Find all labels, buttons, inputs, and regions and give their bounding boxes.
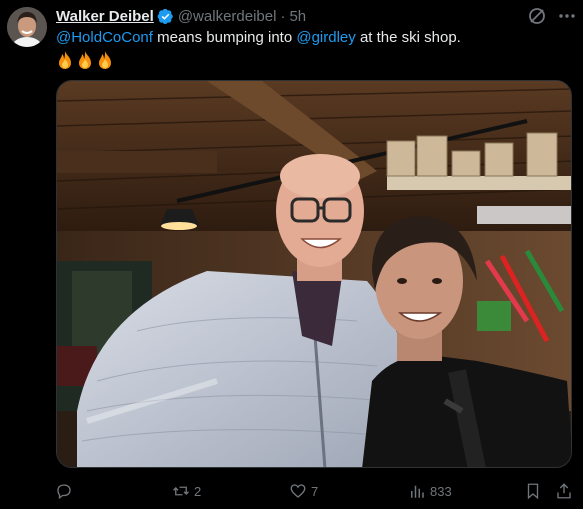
- tweet-time[interactable]: 5h: [289, 8, 306, 25]
- retweet-icon: [173, 486, 189, 496]
- tweet-text-line: @HoldCoConf means bumping into @girdley …: [56, 28, 571, 48]
- ski-shop-selfie-image: [57, 81, 571, 467]
- author-name[interactable]: Walker Deibel: [56, 8, 154, 25]
- share-button[interactable]: [555, 478, 573, 504]
- views-count: 833: [430, 483, 452, 499]
- fire-emoji-icon: [59, 51, 71, 69]
- avatar[interactable]: [7, 7, 47, 47]
- verified-badge-icon[interactable]: [157, 8, 174, 25]
- fire-emoji-icon: [99, 51, 111, 69]
- fire-emoji-icon: [79, 51, 91, 69]
- grok-icon[interactable]: [527, 6, 547, 26]
- tweet-text-part: at the ski shop.: [355, 29, 461, 46]
- retweet-button[interactable]: 2: [172, 478, 201, 504]
- author-handle[interactable]: @walkerdeibel: [178, 8, 277, 25]
- mention-link[interactable]: @girdley: [296, 29, 355, 46]
- tweet-header: Walker Deibel @walkerdeibel · 5h: [56, 6, 306, 26]
- bookmark-button[interactable]: [524, 478, 542, 504]
- reply-button[interactable]: [55, 478, 77, 504]
- reply-icon: [57, 484, 71, 500]
- avatar-image: [7, 7, 47, 47]
- tweet-text-part: means bumping into: [152, 29, 297, 46]
- mention-link[interactable]: @HoldCoConf: [56, 29, 153, 46]
- action-bar: 2 7 833: [0, 478, 583, 504]
- bookmark-icon: [527, 483, 539, 500]
- views-chart-icon: [411, 485, 424, 498]
- share-icon: [557, 483, 571, 499]
- tweet: Walker Deibel @walkerdeibel · 5h @HoldCo…: [0, 0, 583, 509]
- tweet-photo[interactable]: [56, 80, 572, 468]
- tweet-text: @HoldCoConf means bumping into @girdley …: [56, 28, 571, 70]
- emoji-row: [56, 50, 571, 70]
- separator-dot: ·: [280, 7, 286, 25]
- like-count: 7: [311, 483, 319, 499]
- views-button[interactable]: 833: [408, 478, 452, 504]
- heart-icon: [290, 484, 306, 498]
- more-dots-icon[interactable]: [557, 6, 577, 26]
- like-button[interactable]: 7: [289, 478, 318, 504]
- retweet-count: 2: [194, 483, 202, 499]
